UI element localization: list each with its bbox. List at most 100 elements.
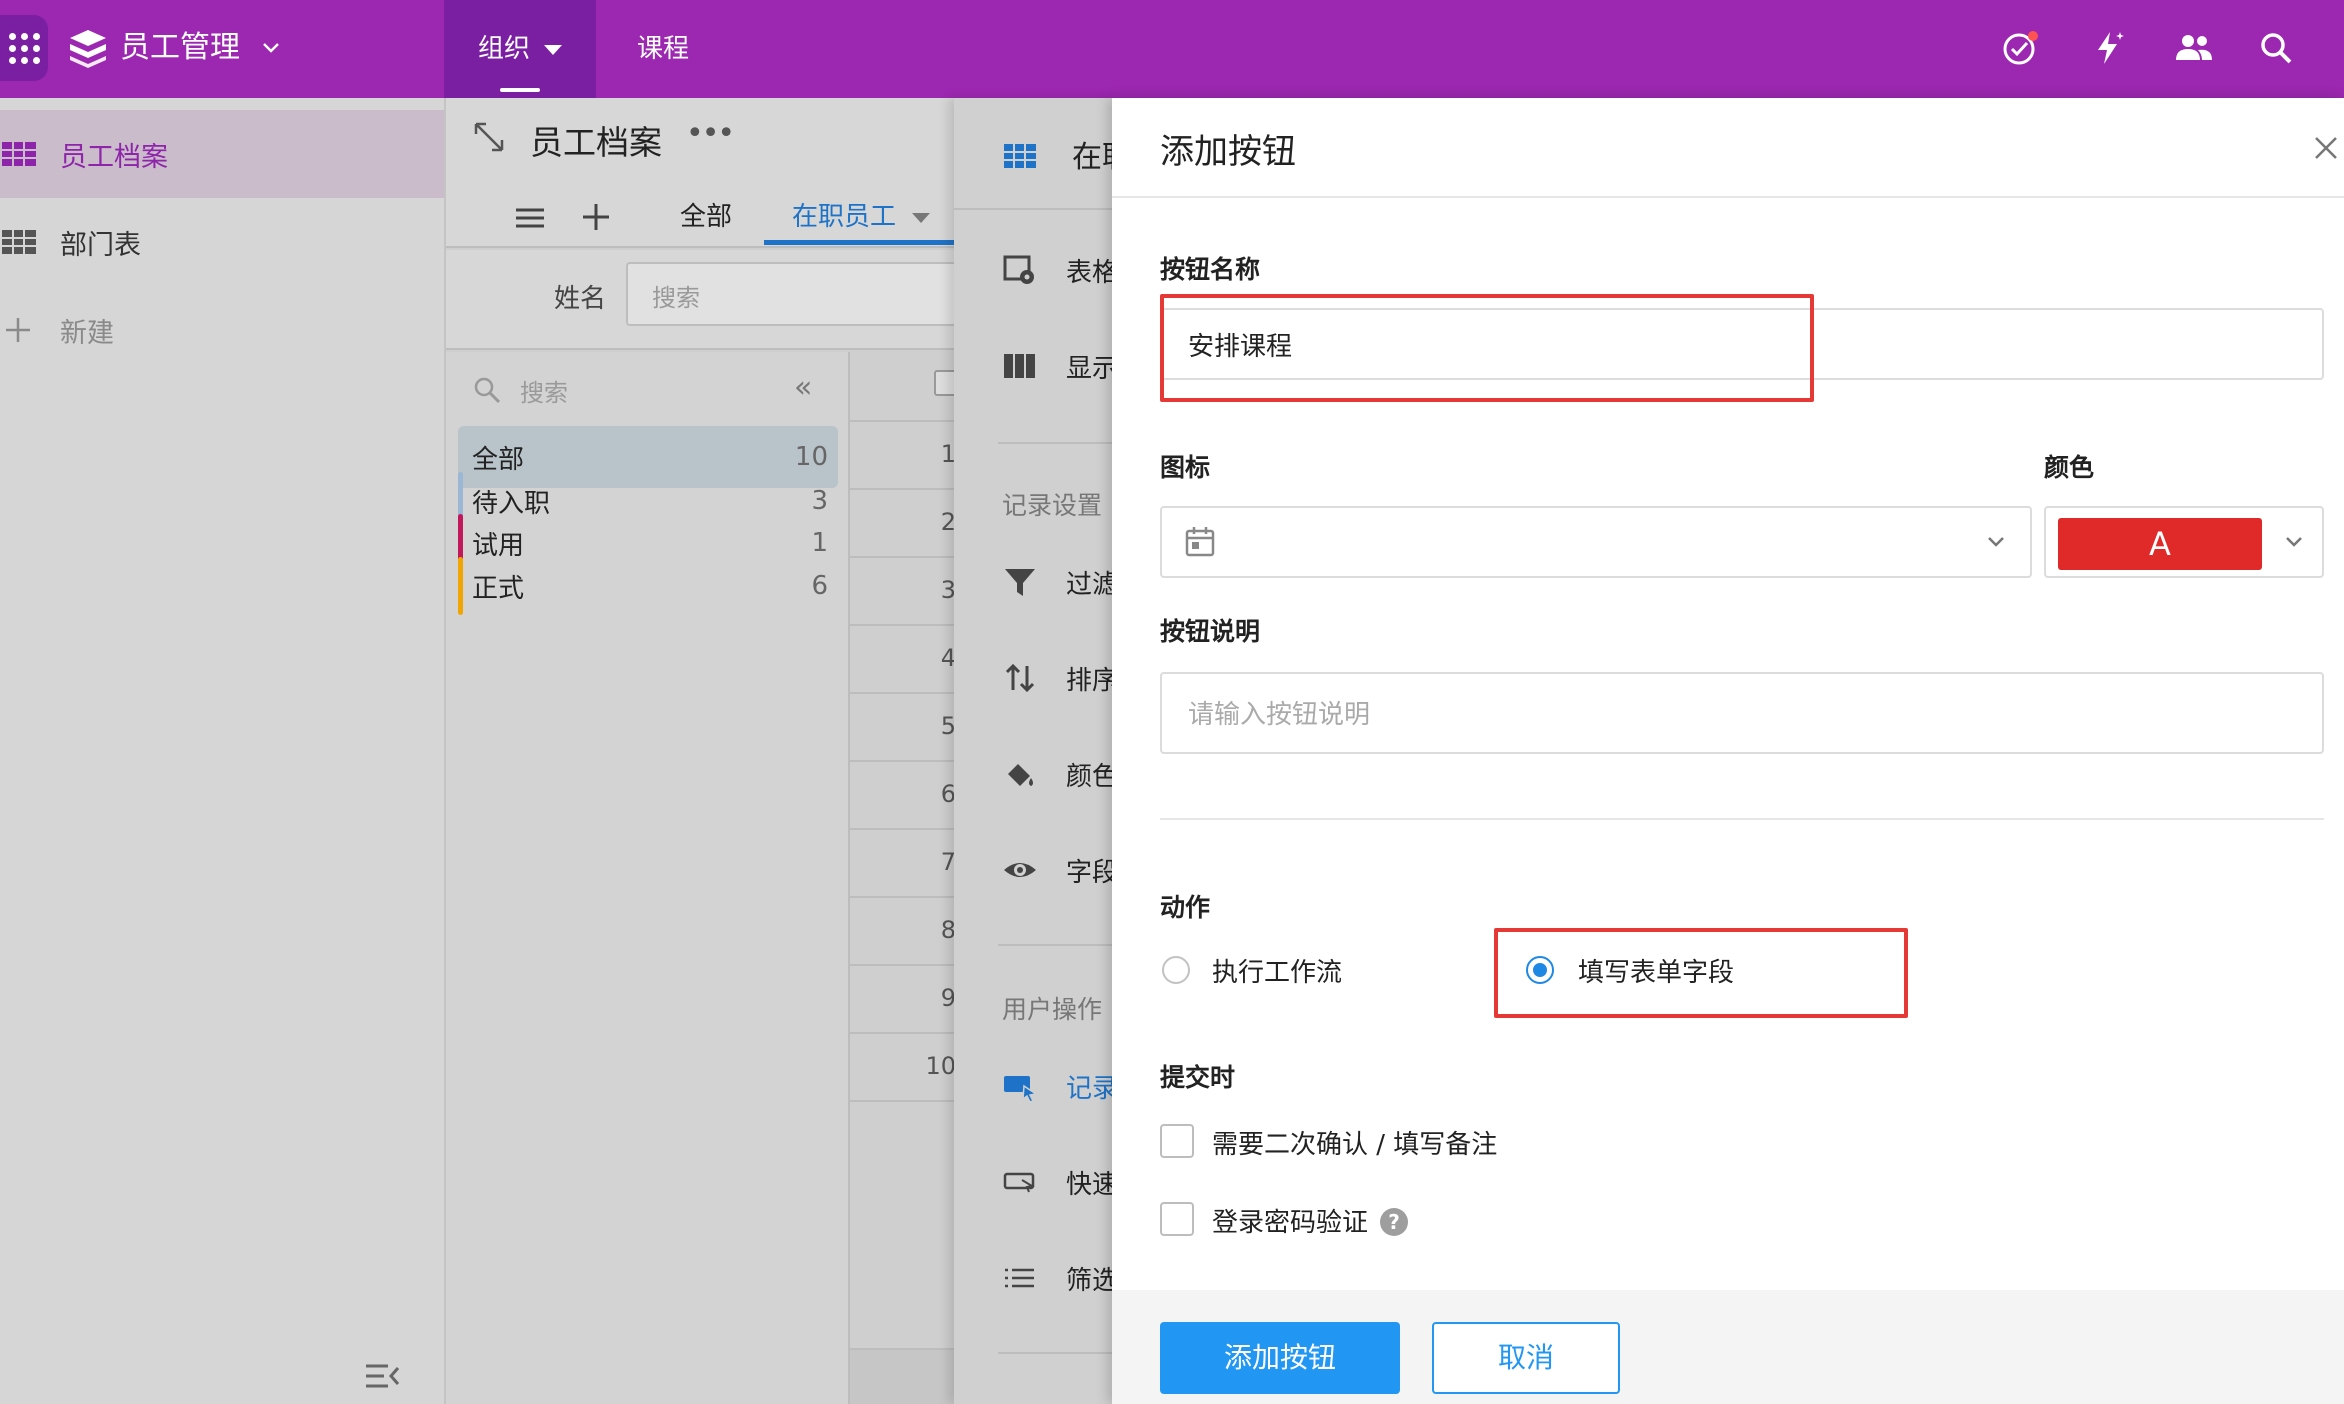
settings-item-label: 记录 [1066,1073,1114,1104]
icon-select[interactable] [1160,506,2032,578]
group-search-input[interactable]: 搜索 [472,366,568,414]
table-icon [1004,144,1036,168]
settings-item-label: 表格视图 [1066,257,1114,288]
section-record-settings: 记录设置 [1002,491,1103,520]
table-row[interactable]: 5 [850,694,956,762]
group-count: 6 [811,571,828,601]
settings-item-columns[interactable]: 显示列 [1002,346,1114,386]
table-icon [2,142,36,166]
sort-icon [1005,663,1035,693]
row-number: 10 [925,1052,956,1080]
password-checkbox-label[interactable]: 登录密码验证 [1212,1202,1368,1239]
on-submit-label: 提交时 [1160,1063,1236,1092]
settings-item-table-view[interactable]: 表格视图 [1002,250,1114,290]
settings-item-quick-action[interactable]: 快速 [1002,1162,1114,1202]
eye-icon [1004,863,1036,877]
chevron-down-icon[interactable] [258,30,284,66]
quick-action-icon [1003,1172,1035,1193]
page-header: 员工档案 ••• 全部 在职员工 [446,98,956,248]
sidebar-new-button[interactable]: 新建 [0,286,444,374]
filter-icon [1005,569,1035,596]
tab-current-employees[interactable]: 在职员工 [792,196,931,233]
settings-item-label: 字段 [1066,857,1114,888]
action-workflow-radio[interactable] [1162,956,1190,984]
people-icon[interactable] [2172,26,2216,70]
settings-item-sort[interactable]: 排序 [1002,658,1114,698]
help-icon[interactable]: ? [1380,1208,1408,1236]
more-options-icon[interactable]: ••• [686,116,735,151]
filter-bar: 姓名 搜索 [446,250,956,350]
confirm-checkbox[interactable] [1160,1124,1194,1158]
settings-item-filter[interactable]: 过滤 [1002,562,1114,602]
name-search-input[interactable]: 搜索 [626,262,956,326]
cancel-button[interactable]: 取消 [1432,1322,1620,1394]
caret-down-icon[interactable] [912,212,931,223]
tab-organization[interactable]: 组织 [444,0,596,98]
task-check-icon[interactable] [1998,26,2042,70]
plus-icon [6,318,30,342]
settings-header: 在职员工 [954,98,1114,210]
table-eye-icon [1003,255,1034,284]
description-input[interactable]: 请输入按钮说明 [1160,672,2324,754]
table-row[interactable]: 1 [850,422,956,490]
collapse-sidebar-icon[interactable] [362,1358,402,1394]
tab-label: 在职员工 [792,202,897,232]
chevron-down-icon [2286,537,2302,547]
sidebar-item-employee-records[interactable]: 员工档案 [0,110,444,198]
settings-item-record-action[interactable]: 记录 [1002,1066,1114,1106]
record-click-icon [1004,1076,1038,1103]
color-select[interactable]: A [2044,506,2324,578]
close-icon[interactable] [2308,130,2344,166]
search-placeholder: 搜索 [652,284,700,312]
icon-label: 图标 [1160,453,1211,482]
description-placeholder: 请输入按钮说明 [1188,700,1371,730]
search-placeholder: 搜索 [520,378,568,407]
add-button-confirm[interactable]: 添加按钮 [1160,1322,1400,1394]
calendar-icon [1185,527,1215,557]
settings-item-label: 显示列 [1066,353,1114,384]
grid-dots-icon [8,32,40,64]
settings-item-filter-action[interactable]: 筛选 [1002,1258,1114,1298]
settings-item-label: 快速 [1066,1169,1114,1200]
add-view-icon[interactable] [580,200,612,234]
settings-title: 在职员工 [1072,140,1114,175]
chevron-down-icon [1988,537,2004,547]
settings-item-color[interactable]: 颜色 [1002,754,1114,794]
columns-icon [1004,354,1035,378]
settings-item-label: 排序 [1066,665,1114,696]
caret-down-icon [544,44,562,55]
settings-item-label: 过滤 [1066,569,1114,600]
top-bar: 员工管理 组织 课程 [0,0,2344,98]
color-label: 颜色 [2044,453,2095,482]
table-row[interactable]: 3 [850,558,956,626]
collapse-groups-icon[interactable]: « [794,370,812,405]
search-icon[interactable] [2254,26,2298,70]
password-checkbox[interactable] [1160,1202,1194,1236]
table-row[interactable]: 6 [850,762,956,830]
table-row[interactable]: 4 [850,626,956,694]
table-row[interactable]: 2 [850,490,956,558]
magic-bolt-icon[interactable] [2086,26,2130,70]
table-row-numbers: 1 2 3 4 5 6 7 8 9 10 [850,352,960,1404]
active-tab-indicator [500,88,540,92]
confirm-checkbox-label[interactable]: 需要二次确认 / 填写备注 [1212,1124,1497,1161]
table-footer [850,1348,956,1404]
section-user-actions: 用户操作 [1002,995,1103,1024]
action-workflow-label[interactable]: 执行工作流 [1212,952,1342,989]
settings-item-fields[interactable]: 字段 [1002,850,1114,890]
table-row[interactable]: 9 [850,966,956,1034]
app-launcher-button[interactable] [0,15,48,81]
sidebar-item-departments[interactable]: 部门表 [0,198,444,286]
table-row[interactable]: 7 [850,830,956,898]
tab-all[interactable]: 全部 [680,196,732,233]
tab-label: 组织 [477,34,530,64]
tab-courses[interactable]: 课程 [618,0,708,98]
group-label: 正式 [472,573,525,604]
expand-icon[interactable] [472,120,506,154]
table-row[interactable]: 10 [850,1034,956,1102]
group-item-formal[interactable]: 正式 6 [458,555,838,617]
menu-icon[interactable] [514,202,546,234]
table-row[interactable]: 8 [850,898,956,966]
app-title[interactable]: 员工管理 [120,24,240,72]
search-icon [474,377,501,404]
